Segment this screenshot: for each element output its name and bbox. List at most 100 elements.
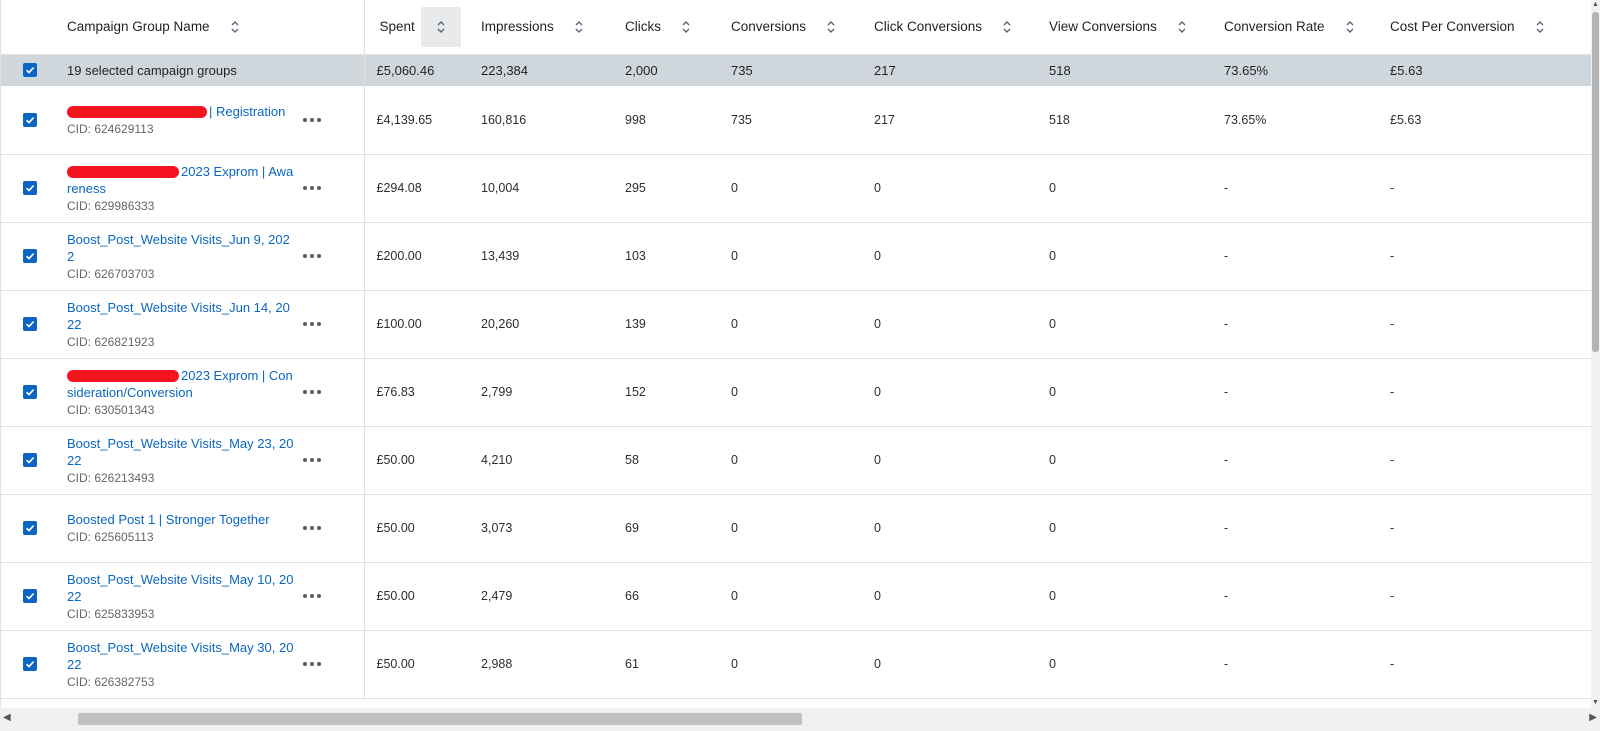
- header-clicks[interactable]: Clicks: [615, 0, 722, 55]
- horizontal-scrollbar[interactable]: ◀ ▶: [0, 708, 1600, 731]
- header-view-conversions[interactable]: View Conversions: [1039, 0, 1215, 55]
- summary-checkbox-cell[interactable]: [1, 54, 59, 86]
- row-checkbox-cell[interactable]: [1, 222, 59, 291]
- campaign-group-link[interactable]: Boost_Post_Website Visits_Jun 14, 2022: [67, 299, 295, 333]
- row-checkbox-cell[interactable]: [1, 154, 59, 223]
- ellipsis-icon[interactable]: [303, 458, 364, 462]
- row-checkbox-cell[interactable]: [1, 86, 59, 155]
- row-view-conversions: 0: [1039, 630, 1215, 699]
- row-clicks: 139: [615, 290, 722, 359]
- row-checkbox-cell[interactable]: [1, 494, 59, 563]
- row-clicks: 69: [615, 494, 722, 563]
- summary-click-conversions: 217: [874, 62, 896, 78]
- header-cost-per-conversion[interactable]: Cost Per Conversion: [1380, 0, 1592, 55]
- row-spent: £4,139.65: [363, 86, 472, 155]
- sort-updown-icon[interactable]: [1337, 14, 1363, 40]
- sort-updown-icon[interactable]: [566, 14, 592, 40]
- scroll-up-arrow-icon[interactable]: ▲: [1591, 0, 1600, 10]
- campaign-group-name[interactable]: Boost_Post_Website Visits_May 23, 2022: [67, 436, 293, 468]
- checkmark-icon[interactable]: [23, 385, 37, 399]
- summary-spent: £5,060.46: [363, 54, 472, 86]
- campaign-group-link[interactable]: Boosted Post 1 | Stronger Together: [67, 511, 295, 528]
- header-click-conversions[interactable]: Click Conversions: [864, 0, 1040, 55]
- row-more-cell: [299, 154, 365, 223]
- row-conversions: 0: [721, 358, 865, 427]
- row-clicks: 998: [615, 86, 722, 155]
- row-conversions: 0: [721, 630, 865, 699]
- row-impressions: 2,799: [471, 358, 616, 427]
- ellipsis-icon[interactable]: [303, 254, 364, 258]
- row-conversions: 735: [721, 86, 865, 155]
- campaign-group-name[interactable]: Boost_Post_Website Visits_May 10, 2022: [67, 572, 293, 604]
- campaign-group-name[interactable]: | Registration: [209, 104, 285, 119]
- ellipsis-icon[interactable]: [303, 662, 364, 666]
- sort-updown-icon[interactable]: [222, 14, 248, 40]
- checkmark-icon[interactable]: [23, 317, 37, 331]
- vertical-scroll-thumb[interactable]: [1592, 12, 1599, 352]
- row-checkbox-cell[interactable]: [1, 562, 59, 631]
- checkmark-icon[interactable]: [23, 181, 37, 195]
- campaign-group-cid: CID: 629986333: [67, 198, 155, 213]
- sort-updown-icon[interactable]: [673, 14, 699, 40]
- row-view-conversions: 518: [1039, 86, 1215, 155]
- row-checkbox-cell[interactable]: [1, 290, 59, 359]
- sort-updown-icon[interactable]: [420, 6, 461, 47]
- row-checkbox-cell[interactable]: [1, 426, 59, 495]
- checkmark-icon[interactable]: [23, 657, 37, 671]
- header-impressions[interactable]: Impressions: [471, 0, 616, 55]
- table-row: Boost_Post_Website Visits_Jun 14, 2022 CI…: [1, 290, 1592, 359]
- header-conversion-rate[interactable]: Conversion Rate: [1214, 0, 1381, 55]
- header-campaign-group-name[interactable]: Campaign Group Name: [59, 0, 365, 55]
- checkmark-icon[interactable]: [23, 521, 37, 535]
- checkmark-icon[interactable]: [23, 249, 37, 263]
- row-more-cell: [299, 630, 365, 699]
- campaign-group-name-cell: 2023 Exprom | Consideration/Conversion CI…: [59, 358, 299, 427]
- summary-row: 19 selected campaign groups £5,060.46 22…: [1, 54, 1592, 86]
- row-spent: £50.00: [363, 562, 472, 631]
- campaign-group-link[interactable]: Boost_Post_Website Visits_May 30, 2022: [67, 639, 295, 673]
- row-cost-per-conversion: -: [1380, 358, 1592, 427]
- row-checkbox-cell[interactable]: [1, 630, 59, 699]
- sort-updown-icon[interactable]: [994, 14, 1020, 40]
- scroll-right-arrow-icon[interactable]: ▶: [1589, 712, 1597, 723]
- scroll-down-arrow-icon[interactable]: ▼: [1591, 698, 1600, 708]
- campaign-group-link[interactable]: Boost_Post_Website Visits_Jun 9, 2022: [67, 231, 295, 265]
- campaign-group-link[interactable]: 2023 Exprom | Consideration/Conversion: [67, 367, 295, 401]
- horizontal-scroll-thumb[interactable]: [78, 713, 802, 725]
- ellipsis-icon[interactable]: [303, 322, 364, 326]
- campaign-group-name[interactable]: Boost_Post_Website Visits_May 30, 2022: [67, 640, 293, 672]
- row-conversion-rate: -: [1214, 562, 1381, 631]
- ellipsis-icon[interactable]: [303, 526, 364, 530]
- summary-label: 19 selected campaign groups: [67, 62, 237, 78]
- scroll-left-arrow-icon[interactable]: ◀: [3, 712, 11, 723]
- checkmark-icon[interactable]: [23, 453, 37, 467]
- sort-updown-icon[interactable]: [818, 14, 844, 40]
- vertical-scrollbar[interactable]: ▲ ▼: [1591, 0, 1600, 708]
- ellipsis-icon[interactable]: [303, 390, 364, 394]
- row-view-conversions: 0: [1039, 358, 1215, 427]
- ellipsis-icon[interactable]: [303, 186, 364, 190]
- sort-updown-icon[interactable]: [1169, 14, 1195, 40]
- row-checkbox-cell[interactable]: [1, 358, 59, 427]
- campaign-group-name[interactable]: Boosted Post 1 | Stronger Together: [67, 512, 270, 527]
- checkmark-icon[interactable]: [23, 63, 37, 78]
- row-cost-per-conversion: -: [1380, 494, 1592, 563]
- campaign-group-name[interactable]: Boost_Post_Website Visits_Jun 14, 2022: [67, 300, 290, 332]
- campaign-group-link[interactable]: Boost_Post_Website Visits_May 10, 2022: [67, 571, 295, 605]
- header-conversions[interactable]: Conversions: [721, 0, 865, 55]
- row-impressions: 10,004: [471, 154, 616, 223]
- campaign-group-name[interactable]: Boost_Post_Website Visits_Jun 9, 2022: [67, 232, 290, 264]
- header-spent[interactable]: Spent: [363, 0, 472, 55]
- campaign-group-link[interactable]: Boost_Post_Website Visits_May 23, 2022: [67, 435, 295, 469]
- header-conversion-rate-label: Conversion Rate: [1224, 19, 1325, 35]
- checkmark-icon[interactable]: [23, 589, 37, 603]
- ellipsis-icon[interactable]: [303, 117, 364, 122]
- campaign-group-link[interactable]: 2023 Exprom | Awareness: [67, 163, 295, 197]
- checkmark-icon[interactable]: [23, 112, 37, 127]
- sort-updown-icon[interactable]: [1527, 14, 1553, 40]
- row-conversion-rate: -: [1214, 358, 1381, 427]
- campaign-group-link[interactable]: | Registration: [67, 103, 295, 120]
- row-view-conversions: 0: [1039, 494, 1215, 563]
- row-impressions: 2,479: [471, 562, 616, 631]
- ellipsis-icon[interactable]: [303, 594, 364, 598]
